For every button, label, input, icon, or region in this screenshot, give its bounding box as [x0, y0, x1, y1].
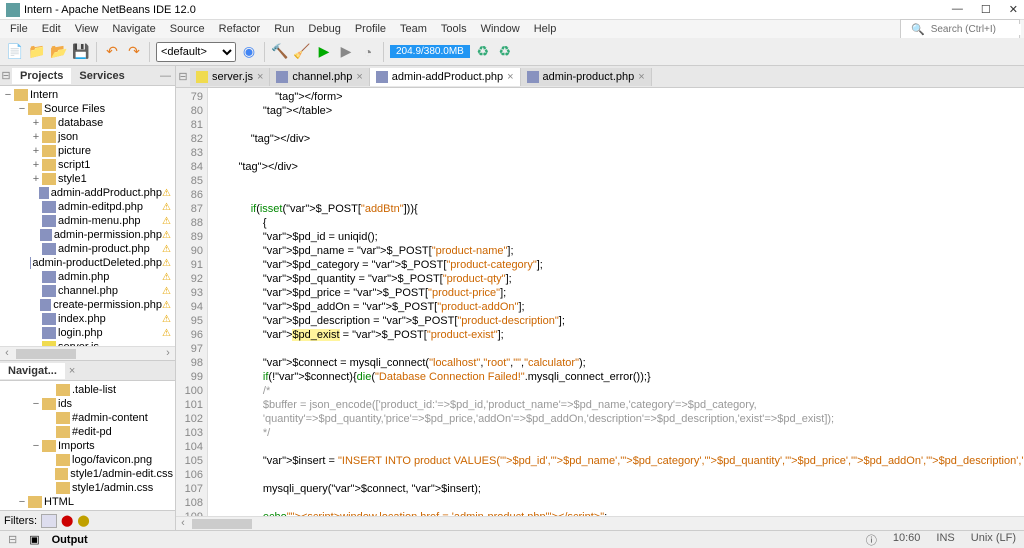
- menu-source[interactable]: Source: [164, 21, 211, 37]
- window-title: Intern - Apache NetBeans IDE 12.0: [24, 4, 952, 16]
- tree-file[interactable]: admin-menu.php⚠: [2, 214, 173, 228]
- tab-navigator[interactable]: Navigat...: [0, 363, 65, 379]
- menu-team[interactable]: Team: [394, 21, 433, 37]
- tree-folder[interactable]: +json: [2, 130, 173, 144]
- clean-build-icon[interactable]: 🧹: [293, 43, 311, 61]
- nav-item[interactable]: #admin-content: [2, 411, 173, 425]
- save-all-icon[interactable]: 💾: [72, 43, 90, 61]
- new-project-icon[interactable]: 📁: [28, 43, 46, 61]
- menu-refactor[interactable]: Refactor: [213, 21, 267, 37]
- line-gutter[interactable]: 7980818283848586878889909192939495969798…: [176, 88, 208, 516]
- menubar: File Edit View Navigate Source Refactor …: [0, 20, 1024, 38]
- search-icon: 🔍: [905, 21, 931, 38]
- menu-help[interactable]: Help: [528, 21, 563, 37]
- tree-folder[interactable]: +picture: [2, 144, 173, 158]
- open-icon[interactable]: 📂: [50, 43, 68, 61]
- tabs-handle-icon[interactable]: ⊟: [176, 70, 190, 83]
- output-handle-icon[interactable]: ⊟: [8, 533, 17, 546]
- maximize-button[interactable]: ☐: [981, 3, 991, 16]
- search-input[interactable]: [931, 24, 1021, 35]
- editor-tab[interactable]: admin-product.php×: [521, 68, 652, 86]
- menu-window[interactable]: Window: [475, 21, 526, 37]
- editor-tab[interactable]: server.js×: [190, 68, 270, 86]
- tree-file[interactable]: admin-productDeleted.php⚠: [2, 256, 173, 270]
- tree-file[interactable]: admin-addProduct.php⚠: [2, 186, 173, 200]
- output-label[interactable]: Output: [52, 534, 88, 546]
- panel-handle-icon[interactable]: ⊟: [0, 69, 12, 82]
- menu-debug[interactable]: Debug: [302, 21, 346, 37]
- debug-icon[interactable]: ▶: [337, 43, 355, 61]
- global-search[interactable]: 🔍: [900, 19, 1020, 40]
- panel-minimize-icon[interactable]: —: [160, 70, 175, 82]
- nav-close-icon[interactable]: ×: [65, 363, 79, 379]
- tree-file[interactable]: channel.php⚠: [2, 284, 173, 298]
- nav-item[interactable]: .table-list: [2, 383, 173, 397]
- project-tree[interactable]: −Intern−Source Files+database+json+pictu…: [0, 86, 175, 346]
- menu-navigate[interactable]: Navigate: [106, 21, 161, 37]
- cursor-position: 10:60: [893, 532, 921, 548]
- config-select[interactable]: <default>: [156, 42, 236, 62]
- nav-item[interactable]: −HTML: [2, 495, 173, 509]
- tree-file[interactable]: admin-product.php⚠: [2, 242, 173, 256]
- tree-folder[interactable]: +database: [2, 116, 173, 130]
- build-icon[interactable]: 🔨: [271, 43, 289, 61]
- tab-projects[interactable]: Projects: [12, 68, 71, 84]
- notifications-icon[interactable]: ⓘ: [866, 532, 877, 548]
- tree-file[interactable]: admin-editpd.php⚠: [2, 200, 173, 214]
- nav-item[interactable]: style1/admin-edit.css: [2, 467, 173, 481]
- minimize-button[interactable]: —: [952, 3, 963, 16]
- tab-close-icon[interactable]: ×: [507, 71, 513, 83]
- redo-icon[interactable]: ↷: [125, 43, 143, 61]
- menu-edit[interactable]: Edit: [36, 21, 67, 37]
- memory-indicator[interactable]: 204.9/380.0MB: [390, 45, 470, 58]
- tab-close-icon[interactable]: ×: [638, 71, 644, 83]
- filters-label: Filters:: [4, 515, 37, 527]
- nav-item[interactable]: −Imports: [2, 439, 173, 453]
- gc2-icon[interactable]: ♻: [496, 43, 514, 61]
- nav-item[interactable]: #edit-pd: [2, 425, 173, 439]
- menu-tools[interactable]: Tools: [435, 21, 473, 37]
- tree-folder[interactable]: +script1: [2, 158, 173, 172]
- insert-mode[interactable]: INS: [936, 532, 954, 548]
- filter3-icon[interactable]: ⬤: [77, 514, 89, 527]
- menu-file[interactable]: File: [4, 21, 34, 37]
- editor-tab[interactable]: admin-addProduct.php×: [370, 68, 521, 86]
- tree-file[interactable]: login.php⚠: [2, 326, 173, 340]
- tree-file[interactable]: create-permission.php⚠: [2, 298, 173, 312]
- filter1-icon[interactable]: [41, 514, 57, 528]
- app-icon: [6, 3, 20, 17]
- menu-run[interactable]: Run: [268, 21, 300, 37]
- tab-services[interactable]: Services: [71, 68, 132, 84]
- close-button[interactable]: ✕: [1009, 3, 1018, 16]
- encoding[interactable]: Unix (LF): [971, 532, 1016, 548]
- tab-close-icon[interactable]: ×: [257, 71, 263, 83]
- filter2-icon[interactable]: ⬤: [61, 514, 73, 527]
- tree-file[interactable]: index.php⚠: [2, 312, 173, 326]
- nav-item[interactable]: −ids: [2, 397, 173, 411]
- tree-file[interactable]: admin-permission.php⚠: [2, 228, 173, 242]
- menu-profile[interactable]: Profile: [349, 21, 392, 37]
- code-editor[interactable]: "tag"></form> "tag"></table> "tag"></div…: [208, 88, 1024, 516]
- editor-tab[interactable]: channel.php×: [270, 68, 369, 86]
- tree-file[interactable]: admin.php⚠: [2, 270, 173, 284]
- browser-icon[interactable]: ◉: [240, 43, 258, 61]
- output-icon[interactable]: ▣: [29, 533, 39, 546]
- undo-icon[interactable]: ↶: [103, 43, 121, 61]
- tree-folder[interactable]: +style1: [2, 172, 173, 186]
- profile-icon[interactable]: ◔: [359, 43, 377, 61]
- menu-view[interactable]: View: [69, 21, 105, 37]
- editor-tabs: ⊟server.js×channel.php×admin-addProduct.…: [176, 66, 1024, 88]
- run-icon[interactable]: ▶: [315, 43, 333, 61]
- navigator-tree[interactable]: .table-list−ids#admin-content#edit-pd−Im…: [0, 381, 175, 510]
- nav-item[interactable]: logo/favicon.png: [2, 453, 173, 467]
- nav-item[interactable]: style1/admin.css: [2, 481, 173, 495]
- tab-close-icon[interactable]: ×: [356, 71, 362, 83]
- gc-icon[interactable]: ♻: [474, 43, 492, 61]
- new-file-icon[interactable]: 📄: [6, 43, 24, 61]
- toolbar: 📄 📁 📂 💾 ↶ ↷ <default> ◉ 🔨 🧹 ▶ ▶ ◔ 204.9/…: [0, 38, 1024, 66]
